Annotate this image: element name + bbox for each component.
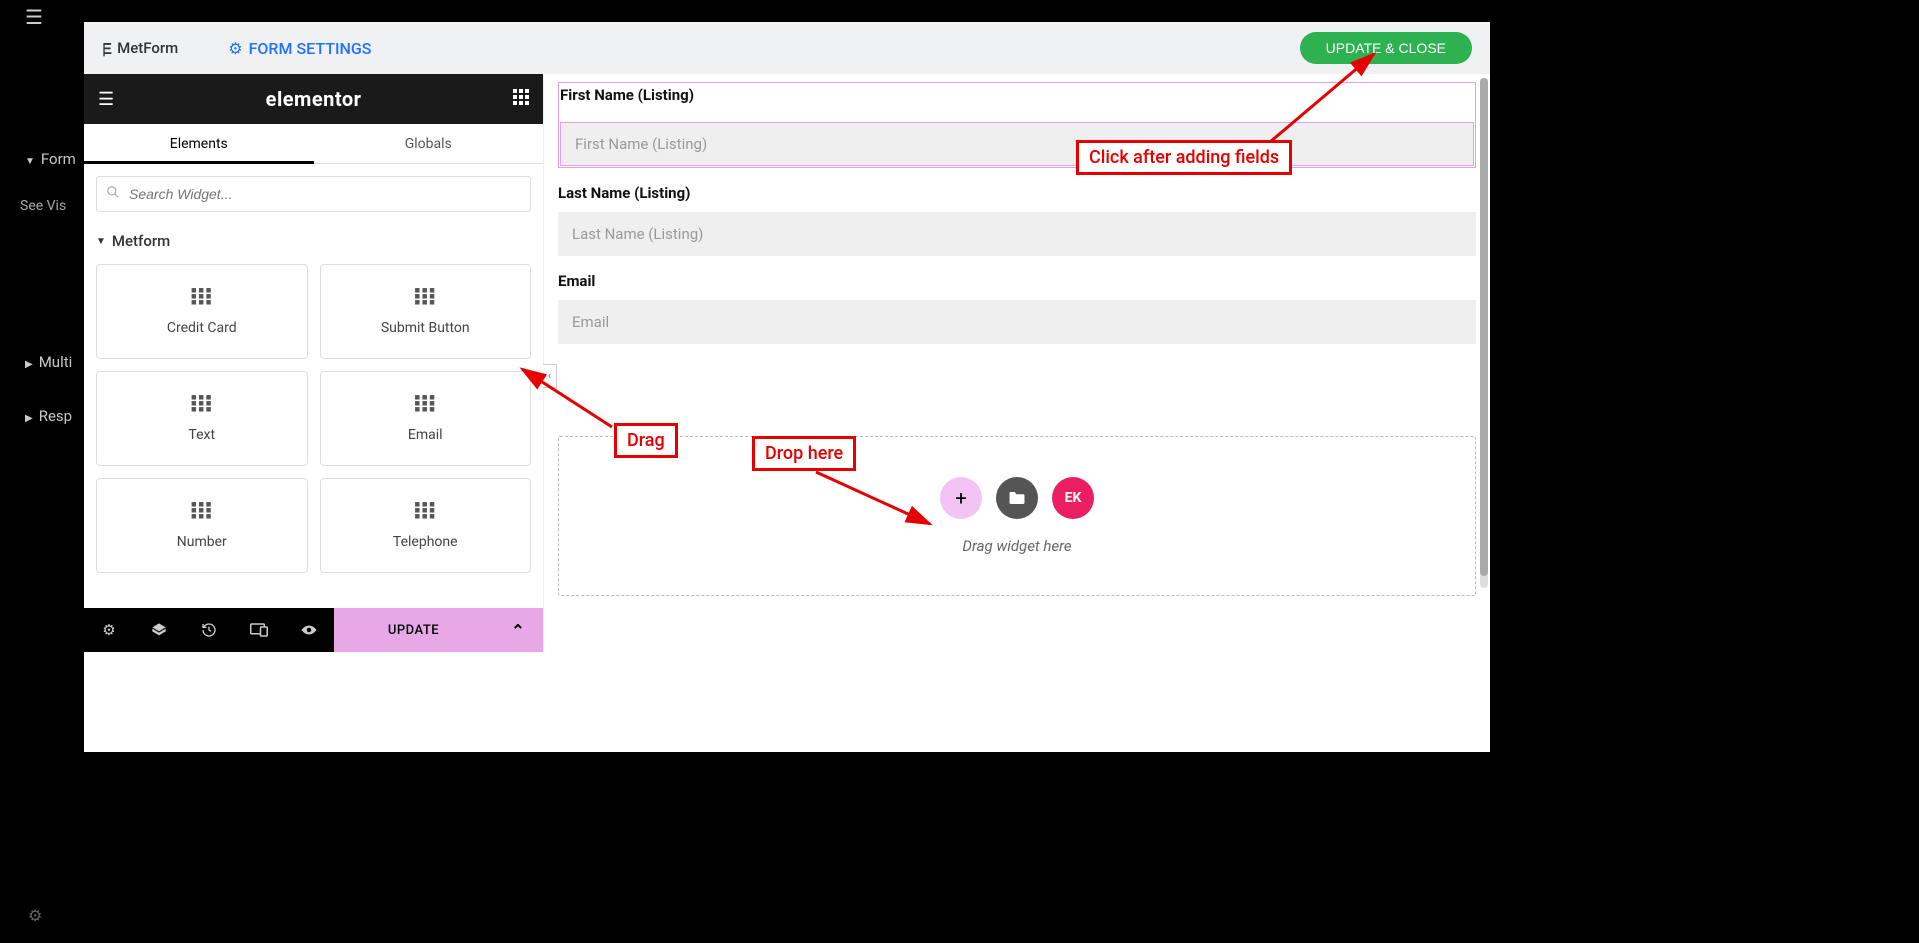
field-label: Last Name (Listing) bbox=[558, 184, 1476, 202]
chevron-up-icon: ⌃ bbox=[511, 621, 524, 640]
category-label: Metform bbox=[112, 232, 170, 250]
bg-see-visible: See Vis bbox=[20, 198, 66, 214]
widget-grid-icon: ▪▪▪▪▪▪▪▪▪ bbox=[191, 395, 213, 413]
widget-grid: ▪▪▪▪▪▪▪▪▪ Credit Card ▪▪▪▪▪▪▪▪▪ Submit B… bbox=[96, 264, 531, 573]
form-canvas[interactable]: First Name (Listing) First Name (Listing… bbox=[544, 74, 1490, 652]
widget-label: Telephone bbox=[393, 534, 458, 550]
widget-label: Credit Card bbox=[167, 320, 237, 336]
widget-label: Email bbox=[408, 427, 443, 443]
widget-label: Text bbox=[188, 427, 215, 443]
folder-icon bbox=[1008, 490, 1026, 506]
field-label: Email bbox=[558, 272, 1476, 290]
canvas-scrollbar-thumb[interactable] bbox=[1480, 78, 1488, 576]
bg-menu-resp: ▶Resp bbox=[25, 407, 72, 425]
eye-icon bbox=[300, 623, 318, 637]
widget-grid-icon: ▪▪▪▪▪▪▪▪▪ bbox=[414, 288, 436, 306]
tab-globals[interactable]: Globals bbox=[314, 124, 544, 163]
bg-menu-multi: ▶Multi bbox=[25, 353, 72, 371]
widget-label: Submit Button bbox=[381, 320, 470, 336]
update-and-close-button[interactable]: UPDATE & CLOSE bbox=[1300, 32, 1472, 64]
widget-submit-button[interactable]: ▪▪▪▪▪▪▪▪▪ Submit Button bbox=[320, 264, 532, 359]
widget-grid-icon: ▪▪▪▪▪▪▪▪▪ bbox=[414, 395, 436, 413]
form-settings-label: FORM SETTINGS bbox=[249, 39, 372, 58]
widget-label: Number bbox=[177, 534, 227, 550]
panel-content: ▼ Metform ▪▪▪▪▪▪▪▪▪ Credit Card ▪▪▪▪▪▪▪▪… bbox=[84, 164, 543, 608]
widget-email[interactable]: ▪▪▪▪▪▪▪▪▪ Email bbox=[320, 371, 532, 466]
panel-menu-icon[interactable]: ☰ bbox=[98, 89, 114, 110]
search-wrap bbox=[96, 176, 531, 212]
footer-update-button[interactable]: UPDATE bbox=[334, 608, 493, 652]
widget-telephone[interactable]: ▪▪▪▪▪▪▪▪▪ Telephone bbox=[320, 478, 532, 573]
field-input[interactable]: Email bbox=[558, 300, 1476, 344]
gear-icon: ⚙ bbox=[228, 39, 242, 58]
canvas-scrollbar[interactable] bbox=[1480, 78, 1488, 588]
modal-header: |Ξ MetForm ⚙ FORM SETTINGS UPDATE & CLOS… bbox=[84, 22, 1490, 74]
metform-editor-modal: |Ξ MetForm ⚙ FORM SETTINGS UPDATE & CLOS… bbox=[84, 22, 1490, 752]
widget-number[interactable]: ▪▪▪▪▪▪▪▪▪ Number bbox=[96, 478, 308, 573]
field-last-name[interactable]: Last Name (Listing) Last Name (Listing) bbox=[558, 184, 1476, 256]
history-icon bbox=[201, 622, 217, 638]
metform-brand-label: MetForm bbox=[117, 39, 178, 57]
tab-elements[interactable]: Elements bbox=[84, 124, 314, 163]
field-input[interactable]: First Name (Listing) bbox=[560, 122, 1474, 166]
footer-responsive-button[interactable] bbox=[234, 608, 284, 652]
ek-icon: EK bbox=[1065, 490, 1082, 506]
search-input[interactable] bbox=[96, 176, 531, 212]
panel-tabs: Elements Globals bbox=[84, 124, 543, 164]
editor-body: ☰ elementor Elements Globals ▼ bbox=[84, 74, 1490, 652]
footer-navigator-button[interactable] bbox=[134, 608, 184, 652]
metform-logo-icon: |Ξ bbox=[102, 39, 109, 58]
widget-text[interactable]: ▪▪▪▪▪▪▪▪▪ Text bbox=[96, 371, 308, 466]
dropzone-buttons: + EK bbox=[579, 477, 1455, 519]
widget-grid-icon: ▪▪▪▪▪▪▪▪▪ bbox=[191, 288, 213, 306]
metform-brand: |Ξ MetForm bbox=[102, 39, 178, 58]
gear-icon: ⚙ bbox=[102, 621, 115, 639]
category-metform[interactable]: ▼ Metform bbox=[96, 232, 531, 250]
field-email[interactable]: Email Email bbox=[558, 272, 1476, 344]
panel-footer: ⚙ UPDATE ⌃ bbox=[84, 608, 543, 652]
footer-update-options-button[interactable]: ⌃ bbox=[493, 608, 543, 652]
dropzone-text: Drag widget here bbox=[579, 537, 1455, 555]
category-caret-icon: ▼ bbox=[96, 236, 106, 247]
add-template-button[interactable] bbox=[996, 477, 1038, 519]
field-first-name[interactable]: First Name (Listing) First Name (Listing… bbox=[558, 82, 1476, 168]
footer-preview-button[interactable] bbox=[284, 608, 334, 652]
bg-menu-form: ▼Form bbox=[25, 150, 76, 168]
search-icon bbox=[106, 185, 120, 203]
chevron-left-icon: ‹ bbox=[548, 371, 551, 382]
form-settings-button[interactable]: ⚙ FORM SETTINGS bbox=[228, 39, 371, 58]
responsive-icon bbox=[250, 623, 268, 637]
elementskit-button[interactable]: EK bbox=[1052, 477, 1094, 519]
widget-grid-icon: ▪▪▪▪▪▪▪▪▪ bbox=[414, 502, 436, 520]
footer-settings-button[interactable]: ⚙ bbox=[84, 608, 134, 652]
bg-settings-icon: ⚙ bbox=[28, 906, 42, 925]
field-input[interactable]: Last Name (Listing) bbox=[558, 212, 1476, 256]
panel-apps-icon[interactable] bbox=[513, 89, 529, 109]
panel-top-bar: ☰ elementor bbox=[84, 74, 543, 124]
widget-grid-icon: ▪▪▪▪▪▪▪▪▪ bbox=[191, 502, 213, 520]
field-label: First Name (Listing) bbox=[560, 84, 1474, 112]
elementor-panel: ☰ elementor Elements Globals ▼ bbox=[84, 74, 544, 652]
elementor-brand-label: elementor bbox=[266, 87, 362, 111]
plus-icon: + bbox=[955, 486, 966, 510]
layers-icon bbox=[151, 622, 167, 638]
footer-history-button[interactable] bbox=[184, 608, 234, 652]
widget-credit-card[interactable]: ▪▪▪▪▪▪▪▪▪ Credit Card bbox=[96, 264, 308, 359]
bg-hamburger-icon: ☰ bbox=[25, 5, 43, 29]
panel-collapse-handle[interactable]: ‹ bbox=[543, 364, 557, 388]
dropzone[interactable]: + EK Drag widget here bbox=[558, 436, 1476, 596]
add-section-button[interactable]: + bbox=[940, 477, 982, 519]
